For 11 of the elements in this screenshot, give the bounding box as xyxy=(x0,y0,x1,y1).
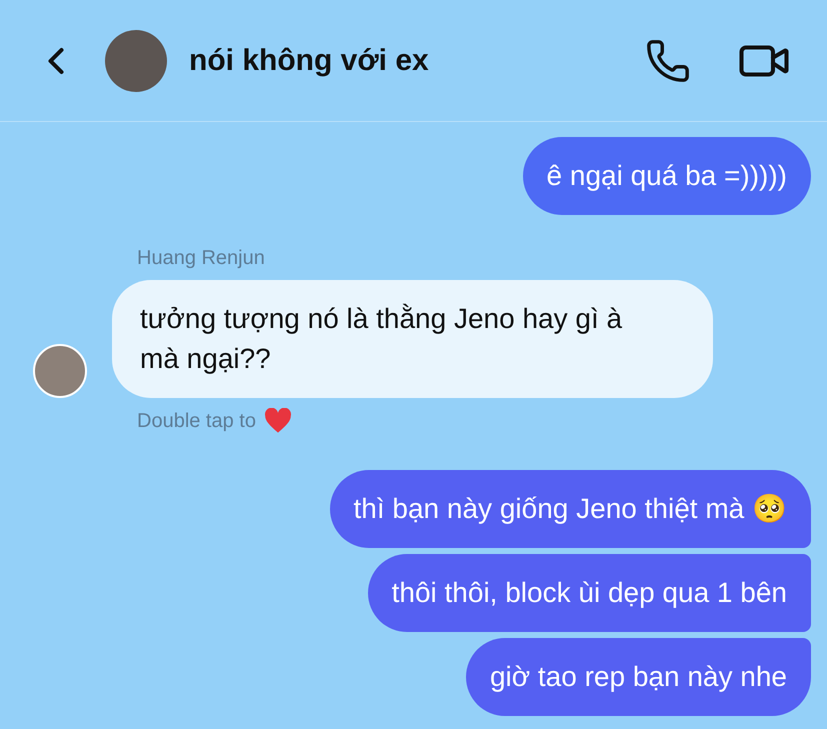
heart-icon xyxy=(264,408,292,434)
sent-message: thôi thôi, block ùi dẹp qua 1 bên xyxy=(368,554,811,632)
sent-message: thì bạn này giống Jeno thiệt mà 🥺 xyxy=(330,470,811,548)
double-tap-hint: Double tap to xyxy=(137,409,256,433)
avatar xyxy=(33,344,87,398)
chat-title[interactable]: nói không với ex xyxy=(189,38,429,83)
phone-icon[interactable] xyxy=(645,38,691,84)
sender-name: Huang Renjun xyxy=(137,246,266,270)
sent-message: giờ tao rep bạn này nhe xyxy=(466,638,811,716)
sent-message: ê ngại quá ba =))))) xyxy=(522,137,811,215)
received-message: tưởng tượng nó là thằng Jeno hay gì à mà ngại?? xyxy=(112,280,713,398)
